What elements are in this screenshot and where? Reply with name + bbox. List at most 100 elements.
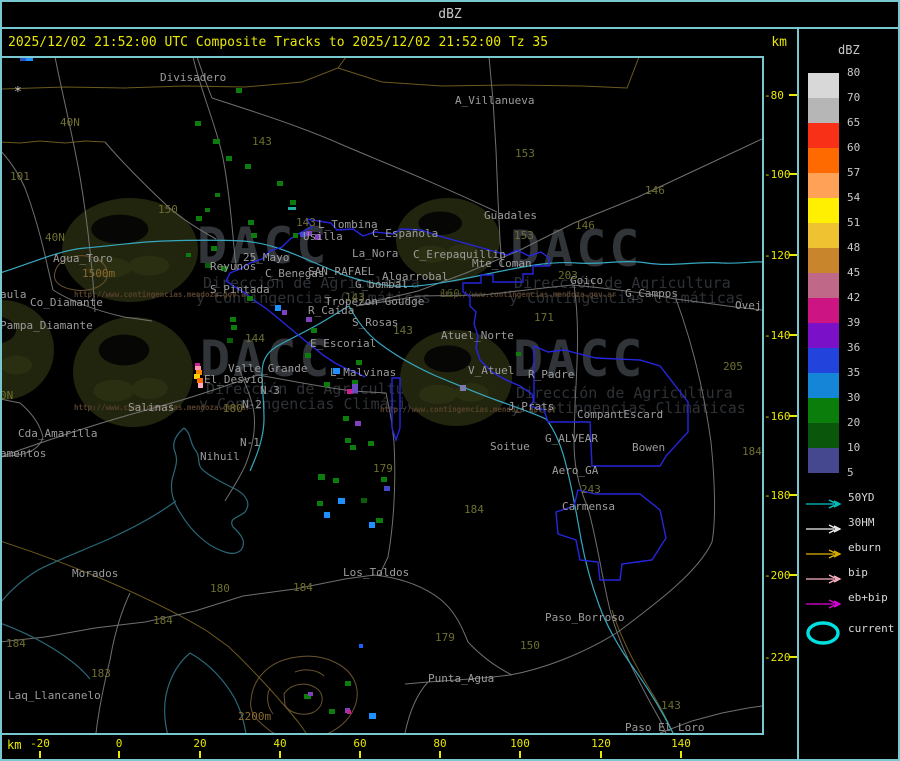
radar-cell bbox=[277, 181, 283, 186]
place-label: Usilla bbox=[303, 230, 343, 243]
radar-cell bbox=[247, 296, 253, 301]
contour-label: 153 bbox=[515, 147, 535, 160]
contour-label: 143 bbox=[393, 324, 413, 337]
place-label: amentos bbox=[0, 447, 46, 460]
radar-cell bbox=[355, 421, 361, 426]
radar-cell bbox=[361, 498, 367, 503]
radar-cell bbox=[305, 353, 311, 358]
scale-color-block bbox=[808, 298, 839, 323]
scale-value-label: 35 bbox=[847, 366, 861, 379]
radar-cell bbox=[236, 88, 242, 93]
radar-cell bbox=[369, 522, 375, 528]
radar-cell bbox=[282, 310, 287, 315]
radar-cell bbox=[245, 164, 251, 169]
radar-cell bbox=[227, 338, 233, 343]
radar-cell bbox=[369, 713, 376, 719]
place-label: SAN_RAFAEL bbox=[308, 265, 375, 278]
radar-cell bbox=[317, 501, 323, 506]
place-label: A_Villanueva bbox=[455, 94, 534, 107]
legend-label-50YD: 50YD bbox=[848, 491, 875, 504]
scale-color-block bbox=[808, 398, 839, 423]
radar-cell bbox=[226, 156, 232, 161]
contour-label: 146 bbox=[575, 219, 595, 232]
contour-label: 160 bbox=[440, 287, 460, 300]
place-label: S_Rosas bbox=[352, 316, 398, 329]
place-label: N-3 bbox=[260, 384, 280, 397]
scale-value-label: 42 bbox=[847, 291, 861, 304]
contour-label: 243 bbox=[581, 483, 601, 496]
scale-color-block bbox=[808, 248, 839, 273]
radar-app-window: dBZ 2025/12/02 21:52:00 UTC Composite Tr… bbox=[0, 0, 900, 761]
place-label: CompantEscard bbox=[577, 408, 663, 421]
place-label: G_Campos bbox=[625, 287, 678, 300]
contour-label: 2200m bbox=[238, 710, 271, 723]
radar-map-canvas[interactable]: DACCDirección de Agriculturay Contingenc… bbox=[0, 0, 900, 761]
place-label: C_Española bbox=[372, 227, 438, 240]
contour-label: 150 bbox=[520, 639, 540, 652]
radar-cell bbox=[345, 438, 351, 443]
scale-color-block bbox=[808, 448, 839, 473]
place-label: Morados bbox=[72, 567, 118, 580]
scale-value-label: 70 bbox=[847, 91, 861, 104]
scale-color-block bbox=[808, 273, 839, 298]
radar-cell bbox=[288, 207, 296, 210]
place-label: Pampa_Diamante bbox=[0, 319, 93, 332]
place-label: Los_Toldos bbox=[343, 566, 409, 579]
place-label: G_bombal bbox=[355, 278, 408, 291]
right-ruler-label: -180 bbox=[764, 489, 791, 502]
scale-value-label: 57 bbox=[847, 166, 861, 179]
contour-label: 179 bbox=[435, 631, 455, 644]
scale-value-label: 30 bbox=[847, 391, 861, 404]
legend-label-eburn: eburn bbox=[848, 541, 882, 554]
place-label: R_Padre bbox=[528, 368, 574, 381]
scale-value-label: 10 bbox=[847, 441, 861, 454]
contour-label: 153 bbox=[514, 229, 534, 242]
scale-value-label: 60 bbox=[847, 141, 861, 154]
right-ruler-tick bbox=[789, 574, 797, 576]
scale-value-label: 20 bbox=[847, 416, 861, 429]
place-label: Punta_Agua bbox=[428, 672, 494, 685]
radar-cell bbox=[345, 681, 351, 686]
radar-cell bbox=[215, 193, 220, 197]
place-label: aula bbox=[0, 288, 27, 301]
place-label: El_Desvio bbox=[204, 373, 264, 386]
right-ruler-label: -80 bbox=[764, 89, 784, 102]
place-label: J_Prats bbox=[508, 400, 554, 413]
right-ruler-tick bbox=[789, 656, 797, 658]
place-label: Paso_Borroso bbox=[545, 611, 624, 624]
scale-color-block bbox=[808, 148, 839, 173]
radar-cell bbox=[333, 478, 339, 483]
right-ruler-label: -200 bbox=[764, 569, 791, 582]
radar-cell bbox=[329, 709, 335, 714]
radar-cell bbox=[197, 378, 203, 383]
radar-cell bbox=[211, 246, 217, 251]
place-label: Bowen bbox=[632, 441, 665, 454]
contour-label: 184 bbox=[464, 503, 484, 516]
contour-label: 184 bbox=[6, 637, 26, 650]
contour-label: 143 bbox=[661, 699, 681, 712]
radar-cell bbox=[308, 692, 313, 696]
radar-cell bbox=[26, 58, 33, 61]
place-label: G_ALVEAR bbox=[545, 432, 598, 445]
radar-cell bbox=[213, 139, 220, 144]
scale-value-label: 36 bbox=[847, 341, 861, 354]
scale-value-label: 51 bbox=[847, 216, 861, 229]
scale-color-block bbox=[808, 173, 839, 198]
radar-cell bbox=[318, 474, 325, 480]
contour-label: 183 bbox=[91, 667, 111, 680]
radar-cell bbox=[205, 208, 210, 212]
contour-label: 150 bbox=[158, 203, 178, 216]
place-label: Co_Diamante bbox=[30, 296, 103, 309]
place-label: S_Pintada bbox=[210, 283, 270, 296]
contour-label: 184 bbox=[153, 614, 173, 627]
place-label: V_Atuel bbox=[468, 364, 514, 377]
right-ruler-label: -160 bbox=[764, 410, 791, 423]
place-label: Laq_Llancanelo bbox=[8, 689, 101, 702]
scale-color-block bbox=[808, 423, 839, 448]
place-label: Guadales bbox=[484, 209, 537, 222]
contour-label: 1500m bbox=[82, 267, 115, 280]
right-ruler: -80 -100 -120 -140 -160 -180 -200 -220 bbox=[764, 89, 797, 664]
current-glyph bbox=[804, 620, 846, 650]
contour-label: 180 bbox=[223, 402, 243, 415]
place-label: Reyunos bbox=[210, 260, 256, 273]
